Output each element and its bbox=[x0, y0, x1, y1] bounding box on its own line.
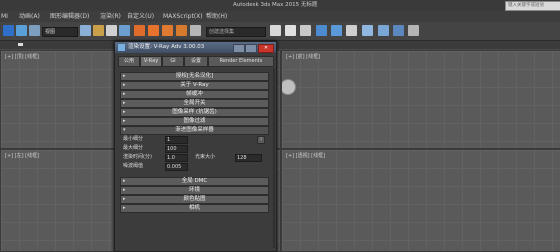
snap-toggle-icon[interactable] bbox=[134, 25, 145, 36]
rollout-frame-buffer[interactable]: ▸ 帧缓冲 bbox=[120, 90, 269, 99]
param-label: 最小细分 bbox=[123, 136, 144, 142]
tab-common[interactable]: 公用 bbox=[118, 56, 140, 67]
viewport-perspective[interactable]: [+] [透视] [线框] bbox=[281, 149, 560, 252]
viewport-label[interactable]: [+] [左] [线框] bbox=[5, 152, 39, 159]
param-label: 光束大小 bbox=[195, 154, 216, 160]
rendered-frame-window-icon[interactable] bbox=[393, 25, 404, 36]
curve-editor-icon[interactable] bbox=[331, 25, 342, 36]
redo-icon[interactable] bbox=[3, 25, 14, 36]
scene-explorer-icon[interactable] bbox=[316, 25, 327, 36]
rollout-global-switches[interactable]: ▸ 全局开关 bbox=[120, 99, 269, 108]
viewport-label[interactable]: [+] [透视] [线框] bbox=[286, 152, 325, 159]
rollout-color-mapping[interactable]: ▸ 颜色贴图 bbox=[120, 195, 269, 204]
select-by-name-icon[interactable] bbox=[93, 25, 104, 36]
ribbon-bar bbox=[0, 41, 560, 49]
render-setup-icon[interactable] bbox=[378, 25, 389, 36]
material-editor-icon[interactable] bbox=[362, 25, 373, 36]
dialog-scrollbar[interactable] bbox=[273, 68, 275, 248]
search-input[interactable]: 键入关键字或短语 bbox=[505, 1, 560, 11]
selection-filter-dropdown[interactable]: 视图 bbox=[42, 27, 78, 37]
tab-settings[interactable]: 设置 bbox=[184, 56, 208, 67]
rotate-icon[interactable] bbox=[119, 25, 130, 36]
viewport-label[interactable]: [+] [前] [线框] bbox=[286, 53, 320, 60]
move-icon[interactable] bbox=[106, 25, 117, 36]
menu-item-animation[interactable]: 动画(A) bbox=[19, 11, 40, 22]
render-time-spinner[interactable]: 1.0 bbox=[165, 154, 188, 162]
dialog-title: 渲染设置: V-Ray Adv 3.00.03 bbox=[128, 44, 205, 50]
noise-threshold-spinner[interactable]: 0.005 bbox=[165, 163, 188, 171]
menu-item-customize[interactable]: 自定义(U) bbox=[127, 11, 154, 22]
rollout-global-dmc[interactable]: ▸ 全局 DMC bbox=[120, 177, 269, 186]
render-setup-dialog: 渲染设置: V-Ray Adv 3.00.03 ✕ 公用 V-Ray GI 设置… bbox=[114, 41, 277, 252]
schematic-view-icon[interactable] bbox=[346, 25, 357, 36]
search-placeholder: 键入关键字或短语 bbox=[508, 3, 544, 8]
spinner-snap-icon[interactable] bbox=[176, 25, 187, 36]
edit-named-selection-icon[interactable] bbox=[190, 25, 201, 36]
rollout-environment[interactable]: ▸ 环境 bbox=[120, 186, 269, 195]
named-selection-value: 创建选择集 bbox=[209, 29, 235, 35]
main-toolbar: 视图 创建选择集 bbox=[0, 22, 560, 41]
rollout-image-filter[interactable]: ▸ 图像过滤 bbox=[120, 117, 269, 126]
close-button[interactable]: ✕ bbox=[258, 44, 274, 53]
dialog-tabs: 公用 V-Ray GI 设置 Render Elements bbox=[118, 56, 274, 67]
tab-render-elements[interactable]: Render Elements bbox=[208, 56, 274, 67]
app-title: Autodesk 3ds Max 2015 无标题 bbox=[233, 2, 318, 8]
select-object-icon[interactable] bbox=[80, 25, 91, 36]
min-subdivs-spinner[interactable]: 1 bbox=[165, 136, 188, 144]
menu-item-maxscript[interactable]: MAXScript(X) bbox=[163, 11, 203, 22]
rollout-progressive-sampler[interactable]: ▾ 渐进图像采样器 bbox=[120, 126, 269, 135]
menu-item-graph-editors[interactable]: 图形编辑器(D) bbox=[50, 11, 89, 22]
rollout-authorization[interactable]: ▸ 授权[无名汉化] bbox=[120, 72, 269, 81]
param-label: 最大细分 bbox=[123, 145, 144, 151]
named-selection-dropdown[interactable]: 创建选择集 bbox=[206, 27, 266, 37]
align-icon[interactable] bbox=[285, 25, 296, 36]
rollout-image-sampler[interactable]: ▸ 图像采样 (抗锯齿) bbox=[120, 108, 269, 117]
angle-snap-icon[interactable] bbox=[148, 25, 159, 36]
select-link-icon[interactable] bbox=[16, 25, 27, 36]
help-button[interactable]: ? bbox=[257, 136, 265, 144]
viewport-label[interactable]: [+] [顶] [线框] bbox=[5, 53, 39, 60]
menu-item-rendering[interactable]: 渲染(R) bbox=[100, 11, 121, 22]
render-production-icon[interactable] bbox=[408, 25, 419, 36]
tab-vray[interactable]: V-Ray bbox=[140, 56, 162, 67]
viewport-grid bbox=[282, 150, 560, 251]
param-label: 噪波阈值 bbox=[123, 163, 144, 169]
percent-snap-icon[interactable] bbox=[162, 25, 173, 36]
menu-item-help[interactable]: 帮助(H) bbox=[206, 11, 227, 22]
ribbon-toggle-icon[interactable] bbox=[18, 43, 23, 46]
dialog-titlebar[interactable]: 渲染设置: V-Ray Adv 3.00.03 ✕ bbox=[115, 42, 276, 53]
selection-filter-value: 视图 bbox=[45, 29, 56, 35]
tab-gi[interactable]: GI bbox=[162, 56, 184, 67]
param-label: 渲染时间(分) bbox=[123, 154, 152, 160]
layer-explorer-icon[interactable] bbox=[300, 25, 311, 36]
viewport-front[interactable]: [+] [前] [线框] bbox=[281, 50, 560, 149]
bind-spacewarp-icon[interactable] bbox=[29, 25, 40, 36]
menu-item[interactable]: MI bbox=[1, 11, 8, 22]
app-titlebar: Autodesk 3ds Max 2015 无标题 键入关键字或短语 bbox=[0, 0, 560, 11]
minimize-button[interactable] bbox=[233, 44, 245, 53]
bundle-size-spinner[interactable]: 128 bbox=[235, 154, 262, 162]
render-setup-icon bbox=[118, 44, 125, 51]
mirror-icon[interactable] bbox=[270, 25, 281, 36]
rollout-about-vray[interactable]: ▸ 关于 V-Ray bbox=[120, 81, 269, 90]
viewport-grid bbox=[282, 51, 560, 148]
rollout-camera[interactable]: ▸ 相机 bbox=[120, 204, 269, 213]
maximize-button[interactable] bbox=[245, 44, 257, 53]
max-subdivs-spinner[interactable]: 100 bbox=[165, 145, 188, 153]
